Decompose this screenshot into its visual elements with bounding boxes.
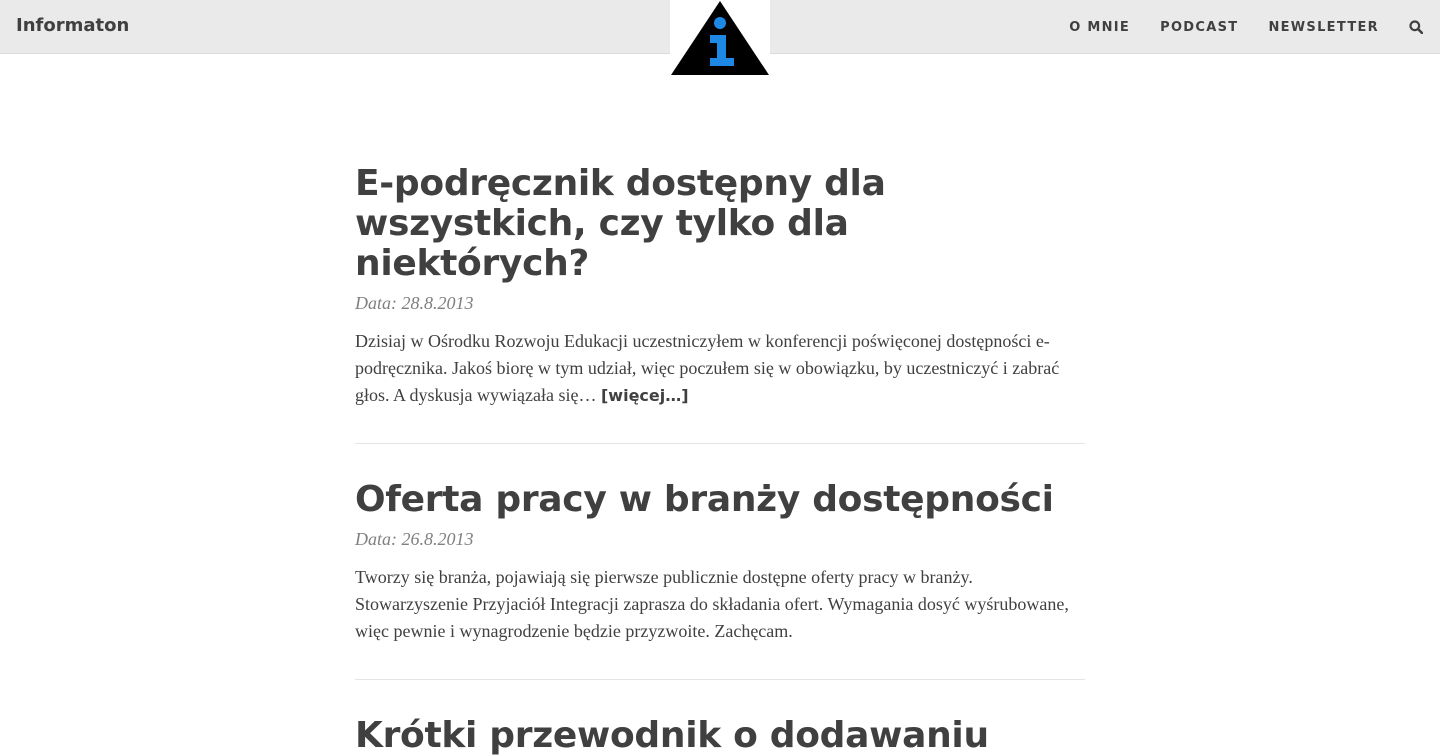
post-item: Oferta pracy w branży dostępności Data: … (355, 444, 1085, 680)
nav-link-o-mnie[interactable]: O MNIE (1069, 20, 1130, 35)
post-excerpt-text: Dzisiaj w Ośrodku Rozwoju Edukacji uczes… (355, 331, 1060, 405)
post-date: Data: 28.8.2013 (355, 293, 474, 313)
main-menu: O MNIE PODCAST NEWSLETTER (1039, 0, 1440, 54)
post-date: Data: 26.8.2013 (355, 529, 474, 549)
post-item: Krótki przewodnik o dodawaniu (355, 680, 1085, 756)
top-navigation-bar: Informaton O MNIE PODCAST NEWSLETTER (0, 0, 1440, 76)
nav-link-newsletter[interactable]: NEWSLETTER (1268, 20, 1379, 35)
info-triangle-icon (671, 1, 769, 75)
post-title-link[interactable]: E-podręcznik dostępny dla wszystkich, cz… (355, 164, 1085, 284)
post-excerpt: Tworzy się branża, pojawiają się pierwsz… (355, 567, 1069, 641)
post-title-link[interactable]: Oferta pracy w branży dostępności (355, 480, 1085, 520)
post-item: E-podręcznik dostępny dla wszystkich, cz… (355, 164, 1085, 444)
search-icon[interactable] (1409, 20, 1423, 34)
post-list: E-podręcznik dostępny dla wszystkich, cz… (355, 164, 1085, 756)
site-logo[interactable] (670, 0, 770, 76)
post-excerpt: Dzisiaj w Ośrodku Rozwoju Edukacji uczes… (355, 328, 1085, 443)
post-title-link[interactable]: Krótki przewodnik o dodawaniu (355, 716, 1085, 756)
read-more-link[interactable]: [więcej…] (601, 386, 689, 405)
nav-link-podcast[interactable]: PODCAST (1160, 20, 1238, 35)
site-brand-link[interactable]: Informaton (16, 15, 129, 36)
